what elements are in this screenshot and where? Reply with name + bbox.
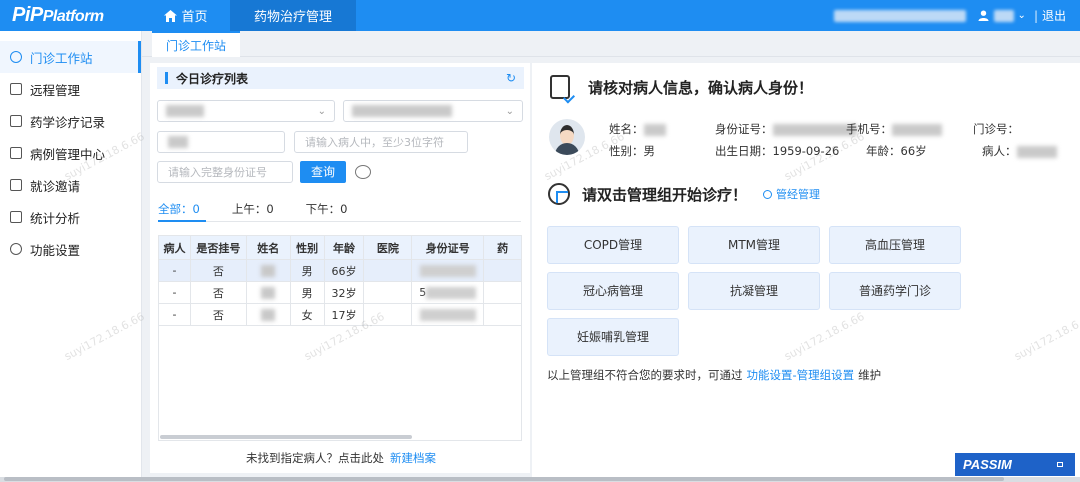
- document-check-icon: [550, 75, 570, 99]
- passim-badge[interactable]: PASSIM: [955, 453, 1075, 476]
- panel-header: 今日诊疗列表 ↻: [157, 67, 524, 89]
- chevron-down-icon[interactable]: ⌄: [1018, 10, 1026, 21]
- col-gender: 性别: [289, 235, 325, 260]
- nav-home[interactable]: 首页: [142, 0, 230, 31]
- group-copd[interactable]: COPD管理: [547, 226, 679, 264]
- patient-name-input[interactable]: 请输入病人中，至少3位字符: [294, 131, 468, 153]
- sidebar-item-remote[interactable]: 远程管理: [0, 73, 141, 105]
- info-clinic-number: 门诊号：: [973, 122, 1019, 136]
- top-bar: PiPPlatform 首页 药物治疗管理 ⌄ | 退出: [0, 0, 1080, 31]
- new-record-link[interactable]: 新建档案: [390, 451, 436, 465]
- user-name-redacted[interactable]: [993, 9, 1014, 22]
- col-name: 姓名: [245, 235, 291, 260]
- query-button[interactable]: 查询: [300, 161, 346, 183]
- group-note: 以上管理组不符合您的要求时，可通过 功能设置-管理组设置 维护: [547, 368, 882, 382]
- tab-strip: 门诊工作站: [142, 31, 1080, 57]
- group-settings-link[interactable]: 功能设置-管理组设置: [747, 368, 855, 382]
- logout-link[interactable]: 退出: [1042, 7, 1066, 24]
- gear-icon: [10, 243, 22, 255]
- card-reader-icon[interactable]: [355, 165, 371, 179]
- table-row[interactable]: - 否 男 66岁: [158, 259, 522, 282]
- verify-title: 请核对病人信息，确认病人身份！: [550, 75, 813, 99]
- patient-table: 病人 是否挂号 姓名 性别 年龄 医院 身份证号 药 - 否 男 66岁 - 否…: [158, 235, 522, 326]
- doctor-select[interactable]: ⌄: [343, 100, 523, 122]
- count-am[interactable]: 上午：0: [232, 201, 274, 217]
- count-tabs: 全部：0 上午：0 下午：0: [158, 201, 379, 217]
- table-row[interactable]: - 否 男 32岁 5: [158, 281, 522, 304]
- panel-title: 今日诊疗列表: [176, 71, 249, 86]
- sidebar-item-outpatient[interactable]: 门诊工作站: [0, 41, 141, 73]
- touch-icon: [548, 183, 570, 205]
- maximize-icon[interactable]: [1057, 462, 1063, 467]
- today-list-panel: 今日诊疗列表 ↻ ⌄ ⌄ 请输入病人中，至少3位字符 请输入完整身份证号 查询 …: [150, 63, 530, 473]
- home-icon: [164, 9, 178, 22]
- info-phone: 手机号：: [846, 121, 942, 137]
- col-drug: 药: [483, 235, 522, 260]
- patient-detail-panel: 请核对病人信息，确认病人身份！ 姓名： 性别：男 身份证号： 出生日期：1959…: [532, 63, 1080, 482]
- case-icon: [10, 147, 22, 159]
- count-pm[interactable]: 下午：0: [306, 201, 348, 217]
- col-age: 年龄: [323, 235, 365, 260]
- chart-icon: [10, 211, 22, 223]
- chevron-down-icon: ⌄: [505, 105, 514, 117]
- clinic-number-field[interactable]: [157, 131, 285, 153]
- info-patient-number: 病人：: [982, 143, 1057, 159]
- col-patient: 病人: [158, 235, 191, 260]
- refresh-icon[interactable]: ↻: [506, 71, 516, 85]
- link-icon: [763, 189, 773, 199]
- sidebar-item-stats[interactable]: 统计分析: [0, 201, 141, 233]
- group-general-pharmacy[interactable]: 普通药学门诊: [829, 272, 961, 310]
- info-birth-date: 出生日期：1959-09-26: [715, 144, 840, 158]
- info-age: 年龄：66岁: [866, 144, 927, 158]
- user-icon: [978, 10, 989, 21]
- hospital-name-redacted: [833, 9, 966, 22]
- manage-link[interactable]: 管经管理: [763, 186, 820, 202]
- department-select[interactable]: ⌄: [157, 100, 335, 122]
- chevron-down-icon: ⌄: [317, 105, 326, 117]
- id-number-input[interactable]: 请输入完整身份证号: [157, 161, 293, 183]
- table-scrollbar[interactable]: [160, 435, 412, 439]
- record-icon: [10, 115, 22, 127]
- info-name: 姓名：: [609, 121, 666, 137]
- info-gender: 性别：男: [609, 144, 655, 158]
- remote-icon: [10, 83, 22, 95]
- avatar: [549, 119, 585, 155]
- manage-title: 请双击管理组开始诊疗！ 管经管理: [548, 183, 820, 205]
- group-pregnancy[interactable]: 妊娠哺乳管理: [547, 318, 679, 356]
- col-id-number: 身份证号: [411, 235, 485, 260]
- count-all[interactable]: 全部：0: [158, 201, 200, 217]
- table-header-row: 病人 是否挂号 姓名 性别 年龄 医院 身份证号 药: [158, 235, 522, 260]
- invite-icon: [10, 179, 22, 191]
- sidebar-item-cases[interactable]: 病例管理中心: [0, 137, 141, 169]
- page-scrollbar[interactable]: [0, 477, 1080, 482]
- info-id-number: 身份证号：: [715, 121, 857, 137]
- user-area: ⌄ | 退出: [833, 0, 1080, 31]
- sidebar-item-records[interactable]: 药学诊疗记录: [0, 105, 141, 137]
- col-hospital: 医院: [363, 235, 413, 260]
- sidebar: 门诊工作站 远程管理 药学诊疗记录 病例管理中心 就诊邀请 统计分析 功能设置: [0, 31, 142, 482]
- group-anticoagulation[interactable]: 抗凝管理: [688, 272, 820, 310]
- not-found-hint: 未找到指定病人？点击此处 新建档案: [246, 451, 436, 465]
- col-registered: 是否挂号: [189, 235, 247, 260]
- table-row[interactable]: - 否 女 17岁: [158, 303, 522, 326]
- group-coronary[interactable]: 冠心病管理: [547, 272, 679, 310]
- app-logo[interactable]: PiPPlatform: [0, 4, 142, 27]
- group-hypertension[interactable]: 高血压管理: [829, 226, 961, 264]
- user-icon: [10, 51, 22, 63]
- tab-outpatient[interactable]: 门诊工作站: [152, 31, 241, 57]
- nav-drug-management[interactable]: 药物治疗管理: [230, 0, 357, 31]
- group-mtm[interactable]: MTM管理: [688, 226, 820, 264]
- sidebar-item-settings[interactable]: 功能设置: [0, 233, 141, 265]
- sidebar-item-invite[interactable]: 就诊邀请: [0, 169, 141, 201]
